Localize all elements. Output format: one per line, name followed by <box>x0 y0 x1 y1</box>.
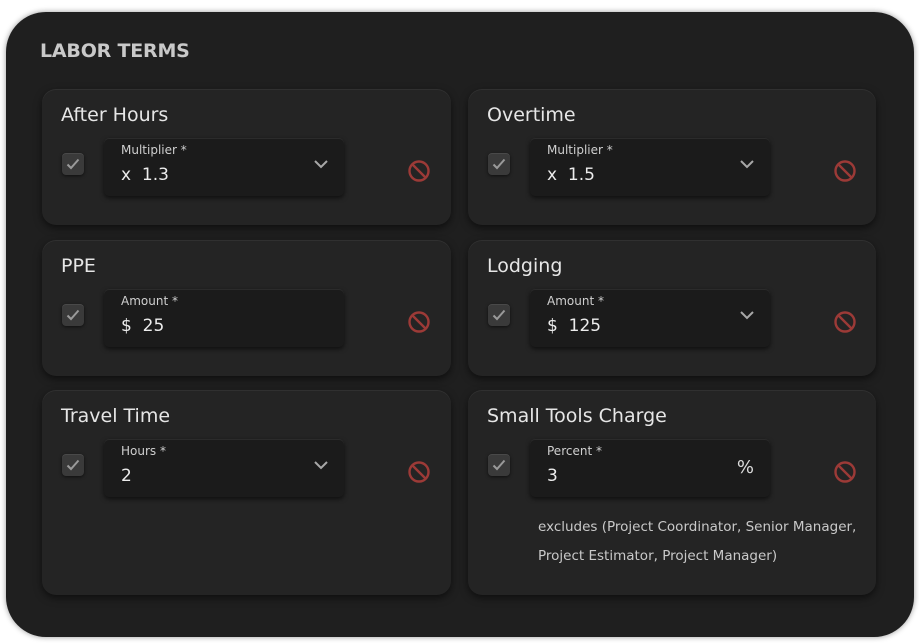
amount-select[interactable]: Amount * $ 125 <box>530 289 770 347</box>
field-label: Amount * <box>121 294 178 308</box>
check-icon <box>492 158 506 170</box>
field-label: Multiplier * <box>547 143 613 157</box>
multiplier-select[interactable]: Multiplier * x 1.5 <box>530 138 770 196</box>
card-title: Lodging <box>487 255 563 277</box>
field-value: x 1.3 <box>121 165 169 185</box>
percent-input[interactable]: Percent * 3 % <box>530 439 770 497</box>
value-text: 125 <box>568 316 602 336</box>
value-prefix: x <box>547 165 558 185</box>
panel-title: LABOR TERMS <box>40 40 190 62</box>
check-icon <box>492 309 506 321</box>
value-prefix: $ <box>547 316 558 336</box>
field-value: $ 125 <box>547 316 601 336</box>
enable-checkbox[interactable] <box>62 304 84 326</box>
field-value: 3 <box>547 466 558 486</box>
value-prefix: $ <box>121 316 132 336</box>
check-icon <box>66 309 80 321</box>
multiplier-select[interactable]: Multiplier * x 1.3 <box>104 138 344 196</box>
percent-suffix: % <box>736 457 754 478</box>
value-text: 1.5 <box>567 165 595 185</box>
field-label: Percent * <box>547 444 602 458</box>
value-text: 1.3 <box>141 165 169 185</box>
no-entry-icon[interactable] <box>833 310 857 334</box>
amount-input[interactable]: Amount * $ 25 <box>104 289 344 347</box>
exclusions-note: excludes (Project Coordinator, Senior Ma… <box>538 519 857 564</box>
no-entry-icon[interactable] <box>407 460 431 484</box>
card-title: Overtime <box>487 104 576 126</box>
enable-checkbox[interactable] <box>62 454 84 476</box>
card-after-hours: After Hours Multiplier * x 1.3 <box>42 89 451 225</box>
field-label: Hours * <box>121 444 166 458</box>
enable-checkbox[interactable] <box>488 304 510 326</box>
field-label: Amount * <box>547 294 604 308</box>
value-prefix: x <box>121 165 132 185</box>
card-ppe: PPE Amount * $ 25 <box>42 240 451 376</box>
card-overtime: Overtime Multiplier * x 1.5 <box>468 89 876 225</box>
field-value: 2 <box>121 466 132 486</box>
field-label: Multiplier * <box>121 143 187 157</box>
check-icon <box>66 459 80 471</box>
check-icon <box>66 158 80 170</box>
field-value: $ 25 <box>121 316 164 336</box>
chevron-down-icon[interactable] <box>312 459 330 471</box>
hours-select[interactable]: Hours * 2 <box>104 439 344 497</box>
chevron-down-icon[interactable] <box>312 158 330 170</box>
card-title: After Hours <box>61 104 169 126</box>
card-title: PPE <box>61 255 96 277</box>
card-small-tools-charge: Small Tools Charge Percent * 3 % exclude… <box>468 390 876 595</box>
enable-checkbox[interactable] <box>62 153 84 175</box>
card-title: Travel Time <box>61 405 171 427</box>
enable-checkbox[interactable] <box>488 153 510 175</box>
card-travel-time: Travel Time Hours * 2 <box>42 390 451 595</box>
chevron-down-icon[interactable] <box>738 158 756 170</box>
card-lodging: Lodging Amount * $ 125 <box>468 240 876 376</box>
chevron-down-icon[interactable] <box>738 309 756 321</box>
field-value: x 1.5 <box>547 165 595 185</box>
card-title: Small Tools Charge <box>487 405 667 427</box>
enable-checkbox[interactable] <box>488 454 510 476</box>
no-entry-icon[interactable] <box>833 460 857 484</box>
no-entry-icon[interactable] <box>833 159 857 183</box>
check-icon <box>492 459 506 471</box>
labor-terms-panel: LABOR TERMS After Hours Multiplier * x 1… <box>6 12 914 637</box>
no-entry-icon[interactable] <box>407 310 431 334</box>
no-entry-icon[interactable] <box>407 159 431 183</box>
value-text: 25 <box>142 316 165 336</box>
